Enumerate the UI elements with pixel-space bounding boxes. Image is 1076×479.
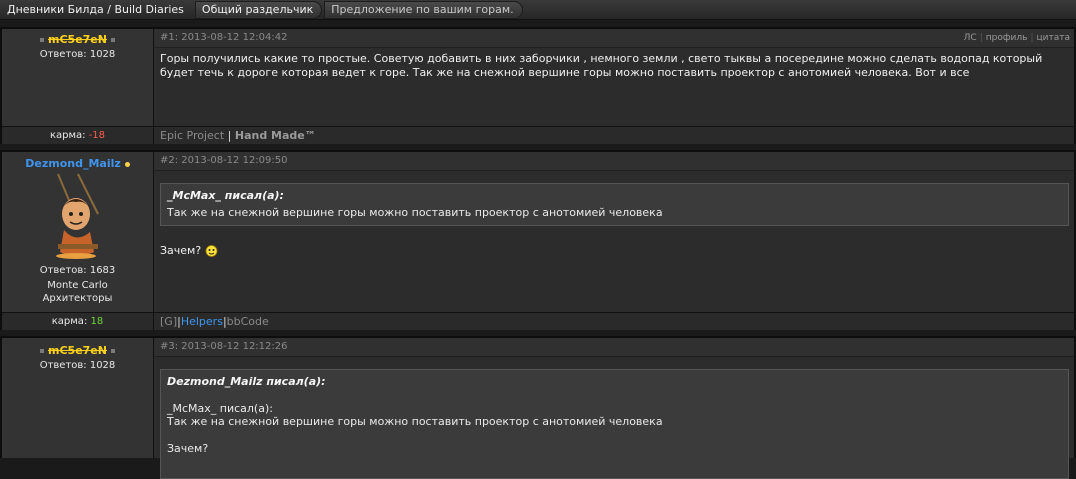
post-3: mC5e7eN Ответов: 1028 #3: 2013-08-12 12:… <box>0 336 1076 479</box>
post-3-author: mC5e7eN Ответов: 1028 <box>2 338 154 458</box>
avatar-character <box>55 173 99 259</box>
post-2-karma: карма: 18 <box>2 313 154 330</box>
avatar[interactable] <box>38 172 118 260</box>
post-3-number-date[interactable]: #3: 2013-08-12 12:12:26 <box>160 341 288 352</box>
quote-text: Так же на снежной вершине горы можно пос… <box>167 206 663 219</box>
karma-label: карма: <box>51 316 88 327</box>
status-dot-icon <box>110 349 115 353</box>
online-dot-icon <box>124 161 130 167</box>
status-dot-icon <box>110 38 115 42</box>
breadcrumb: Дневники Билда / Build Diaries Общий раз… <box>0 0 1076 20</box>
post-2-author: Dezmond_Mailz Ответов: 1683 Monte Carlo … <box>2 152 154 312</box>
post-2-header: #2: 2013-08-12 12:09:50 <box>155 152 1074 171</box>
breadcrumb-section[interactable]: Общий раздельчик <box>194 0 323 19</box>
post-2-number-date[interactable]: #2: 2013-08-12 12:09:50 <box>160 155 288 166</box>
post-3-replies: Ответов: 1028 <box>39 360 116 371</box>
post-3-content: #3: 2013-08-12 12:12:26 Dezmond_Mailz пи… <box>155 338 1074 479</box>
post-1-number-date[interactable]: #1: 2013-08-12 12:04:42 <box>160 32 288 43</box>
post-1-content: #1: 2013-08-12 12:04:42 ЛС | профиль | цитат… <box>155 29 1074 126</box>
signature-helpers[interactable]: Helpers <box>181 315 223 328</box>
post-2-quote: _McMax_ писал(а): Так же на снежной верш… <box>160 183 1069 226</box>
post-2-group: Архитекторы <box>42 293 113 304</box>
signature-handmade[interactable]: Hand Made™ <box>235 129 316 142</box>
post-3-username[interactable]: mC5e7eN <box>48 344 107 357</box>
post-2-footer: карма: 18 [G]|Helpers|bbCode <box>2 312 1074 330</box>
post-1: mC5e7eN Ответов: 1028 #1: 2013-08-12 12:… <box>0 27 1076 144</box>
status-dot-icon <box>40 38 44 42</box>
breadcrumb-forum[interactable]: Дневники Билда / Build Diaries <box>4 1 193 19</box>
pm-link[interactable]: ЛС <box>964 33 977 43</box>
post-3-quote: Dezmond_Mailz писал(а): _McMax_ писал(а)… <box>160 369 1069 479</box>
post-2-replies: Ответов: 1683 <box>39 265 116 276</box>
post-1-username[interactable]: mC5e7eN <box>48 33 107 46</box>
karma-label: карма: <box>49 130 86 141</box>
quote-author: _McMax_ писал(а): <box>167 189 284 202</box>
signature-sep: | <box>227 129 232 142</box>
quote-author: Dezmond_Mailz писал(а): <box>167 375 326 388</box>
signature-g[interactable]: [G] <box>160 315 177 328</box>
smiley-icon <box>205 245 218 257</box>
post-2-location: Monte Carlo <box>47 280 108 291</box>
post-1-karma: карма: -18 <box>2 127 154 144</box>
post-2-text: Зачем? <box>155 240 1074 262</box>
post-1-author: mC5e7eN Ответов: 1028 <box>2 29 154 126</box>
breadcrumb-topic[interactable]: Предложение по вашим горам. <box>324 0 523 19</box>
post-1-actions: ЛС | профиль | цитата <box>963 33 1071 43</box>
post-2-username[interactable]: Dezmond_Mailz <box>25 157 121 170</box>
post-1-replies: Ответов: 1028 <box>39 49 116 60</box>
post-2-body-text: Зачем? <box>160 244 202 257</box>
signature-epic[interactable]: Epic Project <box>160 129 224 142</box>
post-1-signature: Epic Project | Hand Made™ <box>160 127 316 144</box>
quote-link[interactable]: цитата <box>1037 33 1071 43</box>
post-1-text: Горы получились какие то простые. Совету… <box>160 52 1043 79</box>
post-2: Dezmond_Mailz Ответов: 1683 Monte Carlo … <box>0 150 1076 330</box>
post-1-footer: карма: -18 Epic Project | Hand Made™ <box>2 126 1074 144</box>
post-1-header: #1: 2013-08-12 12:04:42 ЛС | профиль | цитат… <box>155 29 1074 48</box>
status-dot-icon <box>40 349 44 353</box>
post-2-signature: [G]|Helpers|bbCode <box>160 313 269 330</box>
post-2-content: #2: 2013-08-12 12:09:50 _McMax_ писал(а)… <box>155 152 1074 312</box>
nested-quote-text: Так же на снежной вершине горы можно пос… <box>167 415 663 428</box>
profile-link[interactable]: профиль <box>986 33 1028 43</box>
nested-quote-author: _McMax_ писал(а): <box>167 402 273 415</box>
karma-value: -18 <box>88 130 106 141</box>
quoted-reply: Зачем? <box>167 442 209 455</box>
karma-value: 18 <box>90 316 104 327</box>
signature-bbcode[interactable]: bbCode <box>227 315 269 328</box>
post-3-header: #3: 2013-08-12 12:12:26 <box>155 338 1074 357</box>
